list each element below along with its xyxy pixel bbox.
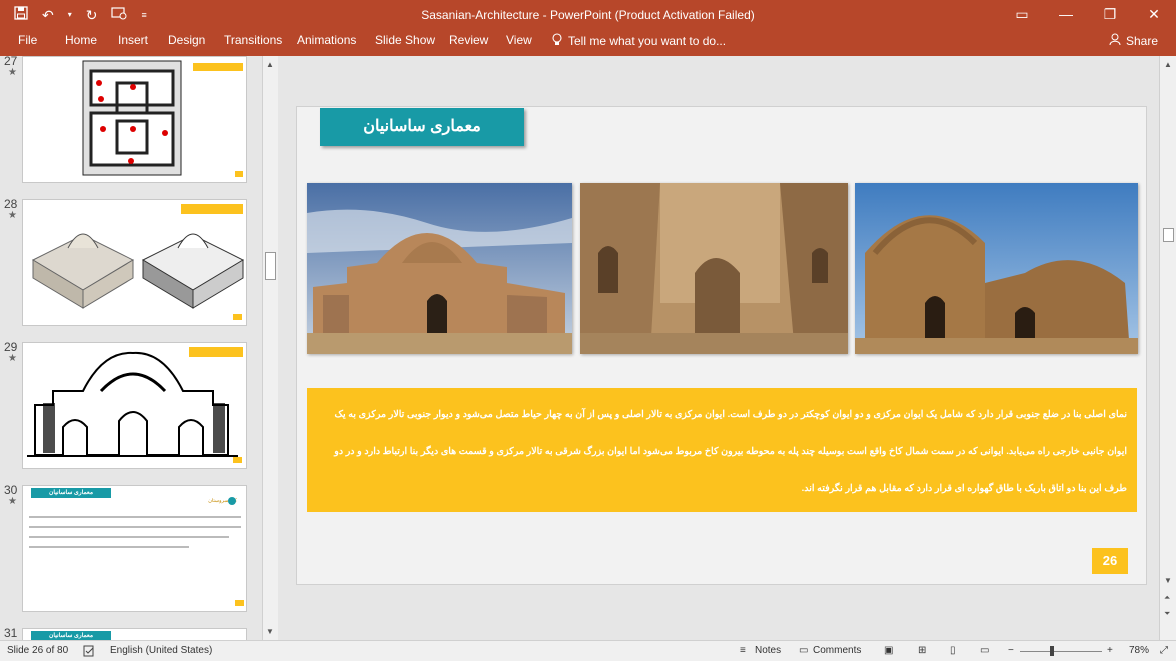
title-bar: ↶ ▾ ↻ ≡ Sasanian-Architecture - PowerPoi… — [0, 0, 1176, 30]
tell-me-label: Tell me what you want to do... — [568, 34, 727, 48]
elevation-drawing-image — [27, 347, 243, 463]
share-label: Share — [1125, 33, 1158, 48]
zoom-level[interactable]: 78% — [1129, 645, 1149, 656]
fit-to-window-icon[interactable]: ⤢ — [1160, 645, 1168, 656]
tab-insert[interactable]: Insert — [118, 33, 148, 47]
thumbnail-slide-27[interactable] — [22, 56, 247, 183]
palace-photo-1[interactable] — [307, 183, 572, 354]
previous-slide-icon[interactable]: ⏶ — [1164, 593, 1170, 603]
lightbulb-icon — [552, 33, 562, 49]
scroll-down-icon[interactable]: ▼ — [1164, 576, 1172, 585]
slide-counter: Slide 26 of 80 — [7, 645, 69, 656]
slide-sorter-icon[interactable]: ⊞ — [918, 645, 926, 656]
reading-view-icon[interactable]: ▯ — [950, 645, 956, 656]
slide-title[interactable]: معماری ساسانیان — [320, 108, 524, 146]
text-line — [29, 516, 241, 518]
ribbon-display-icon[interactable]: ▭ — [1000, 0, 1044, 30]
status-bar: Slide 26 of 80 English (United States) ≡… — [0, 640, 1176, 661]
tab-home[interactable]: Home — [65, 33, 97, 47]
thumbnail-slide-30[interactable]: معماری ساسانیان کاخ سروستان — [22, 485, 247, 612]
animation-star-icon: ★ — [8, 210, 17, 221]
person-icon — [1109, 33, 1121, 48]
thumbnail-slide-29[interactable] — [22, 342, 247, 469]
text-line — [29, 546, 189, 548]
notes-icon[interactable]: ≡ — [740, 645, 746, 656]
scroll-down-icon[interactable]: ▼ — [266, 627, 274, 636]
thumbnail-slide-28[interactable] — [22, 199, 247, 326]
zoom-out-icon[interactable]: − — [1008, 645, 1014, 656]
normal-view-icon[interactable]: ▣ — [884, 645, 893, 656]
spelling-icon[interactable] — [83, 645, 95, 660]
thumbnail-number: 29 — [4, 340, 18, 354]
tab-view[interactable]: View — [506, 33, 532, 47]
scrollbar-thumb[interactable] — [1163, 228, 1174, 242]
tab-design[interactable]: Design — [168, 33, 205, 47]
scrollbar-thumb[interactable] — [265, 252, 276, 280]
share-button[interactable]: Share — [1109, 33, 1158, 48]
thumbnail-slide-31[interactable]: معماری ساسانیان — [22, 628, 247, 640]
tab-slide-show[interactable]: Slide Show — [375, 33, 435, 47]
current-slide[interactable]: معماری ساسانیان نمای اصلی بنا در ضلع جنو… — [296, 106, 1147, 585]
thumbnail-number: 31 — [4, 626, 18, 640]
zoom-in-icon[interactable]: + — [1107, 645, 1113, 656]
slide-body-textbox[interactable]: نمای اصلی بنا در ضلع جنوبی قرار دارد که … — [307, 388, 1137, 512]
notes-button[interactable]: Notes — [755, 645, 781, 656]
palace-photo-3[interactable] — [855, 183, 1138, 354]
comments-button[interactable]: Comments — [813, 645, 861, 656]
animation-star-icon: ★ — [8, 353, 17, 364]
text-line — [29, 526, 241, 528]
window-controls: ▭ — ❐ ✕ — [1000, 0, 1176, 30]
language-label[interactable]: English (United States) — [110, 645, 212, 656]
thumbnail-title: معماری ساسانیان — [31, 631, 111, 640]
slide-thumbnail-pane: 27 ★ 28 ★ 29 ★ 30 ★ معماری ساسانیان کاخ … — [0, 56, 262, 640]
ribbon-tabs: File Home Insert Design Transitions Anim… — [0, 30, 1176, 56]
thumbnail-page-number — [235, 600, 244, 606]
thumbnail-scrollbar[interactable]: ▲ ▼ — [262, 56, 278, 640]
slide-show-icon[interactable]: ▭ — [980, 645, 989, 656]
thumbnail-number: 30 — [4, 483, 18, 497]
scroll-up-icon[interactable]: ▲ — [266, 60, 274, 69]
minimize-icon[interactable]: — — [1044, 0, 1088, 30]
thumbnail-title: معماری ساسانیان — [31, 488, 111, 498]
animation-star-icon: ★ — [8, 67, 17, 78]
tab-transitions[interactable]: Transitions — [224, 33, 282, 47]
close-icon[interactable]: ✕ — [1132, 0, 1176, 30]
text-line — [29, 536, 229, 538]
comments-icon[interactable]: ▭ — [799, 645, 808, 656]
zoom-slider-thumb[interactable] — [1050, 646, 1054, 656]
zoom-slider[interactable] — [1020, 651, 1102, 652]
tab-animations[interactable]: Animations — [297, 33, 356, 47]
animation-star-icon: ★ — [8, 496, 17, 507]
editing-scrollbar[interactable]: ▲ ▼ ⏶ ⏷ — [1159, 56, 1176, 640]
floor-plan-image — [82, 60, 243, 177]
tab-file[interactable]: File — [18, 33, 37, 47]
slide-editing-area: معماری ساسانیان نمای اصلی بنا در ضلع جنو… — [279, 56, 1159, 640]
slide-body-text: نمای اصلی بنا در ضلع جنوبی قرار دارد که … — [334, 409, 1127, 494]
bullet-icon — [228, 497, 236, 505]
tab-review[interactable]: Review — [449, 33, 488, 47]
scroll-up-icon[interactable]: ▲ — [1164, 60, 1172, 69]
thumbnail-number: 28 — [4, 197, 18, 211]
restore-icon[interactable]: ❐ — [1088, 0, 1132, 30]
slide-number-box: 26 — [1092, 548, 1128, 574]
tell-me-box[interactable]: Tell me what you want to do... — [552, 33, 726, 49]
isometric-drawing-image — [31, 204, 245, 320]
palace-photo-2[interactable] — [580, 183, 848, 354]
next-slide-icon[interactable]: ⏷ — [1164, 609, 1170, 619]
